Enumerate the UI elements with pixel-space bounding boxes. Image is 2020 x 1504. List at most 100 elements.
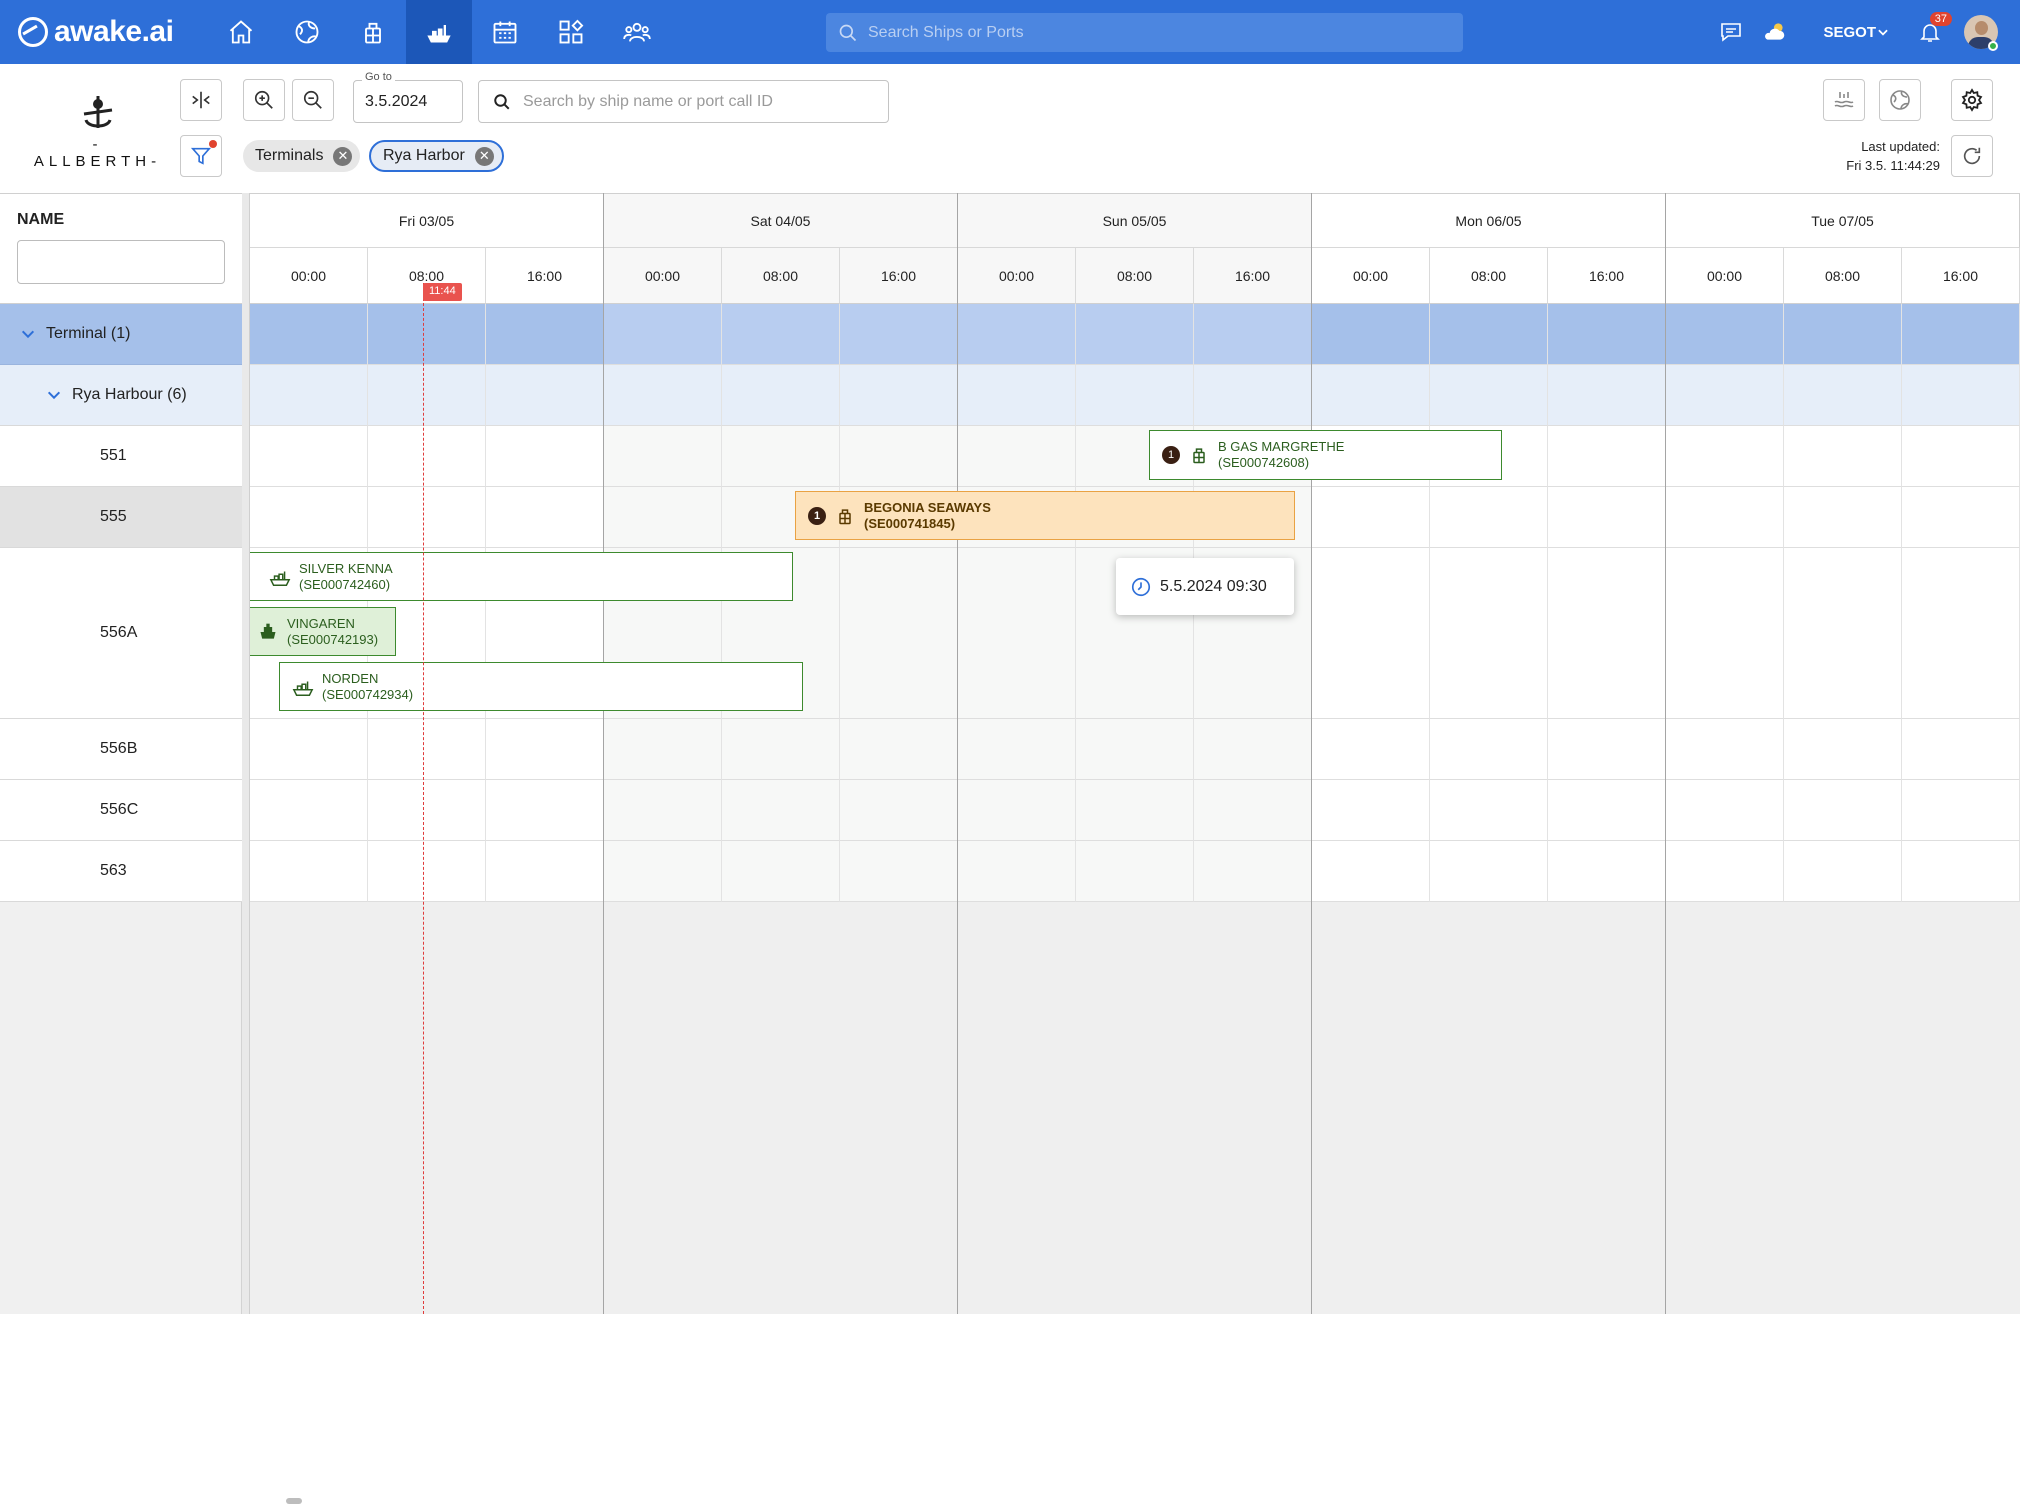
timeline-cell[interactable] <box>1312 841 1430 902</box>
timeline-cell[interactable] <box>1194 780 1312 841</box>
timeline-cell[interactable] <box>486 780 604 841</box>
timeline-cell[interactable] <box>1784 841 1902 902</box>
timeline-cell[interactable] <box>1548 548 1666 719</box>
timeline-cell[interactable] <box>1548 487 1666 548</box>
timeline-cell[interactable] <box>722 426 840 487</box>
timeline-cell[interactable] <box>1312 304 1430 365</box>
timeline-cell[interactable] <box>1902 365 2020 426</box>
map-view-button[interactable] <box>1879 79 1921 121</box>
timeline-cell[interactable] <box>840 548 958 719</box>
organization-selector[interactable]: SEGOT <box>1823 24 1890 41</box>
timeline-cell[interactable] <box>1902 780 2020 841</box>
notifications-button[interactable]: 37 <box>1908 10 1952 54</box>
timeline-cell[interactable] <box>1784 548 1902 719</box>
timeline-cell[interactable] <box>958 719 1076 780</box>
timeline-cell[interactable] <box>368 719 486 780</box>
timeline-cell[interactable] <box>604 487 722 548</box>
nav-calendar-button[interactable] <box>472 0 538 64</box>
timeline-cell[interactable] <box>1784 780 1902 841</box>
timeline-cell[interactable] <box>250 304 368 365</box>
timeline-cell[interactable] <box>1548 841 1666 902</box>
timeline-cell[interactable] <box>250 487 368 548</box>
nav-berth-button[interactable] <box>406 0 472 64</box>
timeline-cell[interactable] <box>1194 841 1312 902</box>
timeline-cell[interactable] <box>1784 487 1902 548</box>
nav-home-button[interactable] <box>208 0 274 64</box>
timeline-cell[interactable] <box>1312 780 1430 841</box>
timeline-cell[interactable] <box>250 365 368 426</box>
timeline-cell[interactable] <box>604 719 722 780</box>
filter-button[interactable] <box>180 135 222 177</box>
berth-row-563[interactable]: 563 <box>0 841 242 902</box>
timeline-cell[interactable] <box>1666 304 1784 365</box>
timeline-cell[interactable] <box>1430 365 1548 426</box>
timeline-cell[interactable] <box>604 304 722 365</box>
timeline-cell[interactable] <box>1666 719 1784 780</box>
timeline-cell[interactable] <box>1076 304 1194 365</box>
timeline-cell[interactable] <box>1312 719 1430 780</box>
timeline-cell[interactable] <box>1076 841 1194 902</box>
berth-row-556c[interactable]: 556C <box>0 780 242 841</box>
timeline-cell[interactable] <box>368 304 486 365</box>
filter-chip-terminals[interactable]: Terminals ✕ <box>243 140 361 172</box>
remove-chip-icon[interactable]: ✕ <box>333 146 353 166</box>
timeline-cell[interactable] <box>1666 487 1784 548</box>
berth-row-556b[interactable]: 556B <box>0 719 242 780</box>
timeline-cell[interactable] <box>840 719 958 780</box>
goto-date-input[interactable]: Go to 3.5.2024 <box>353 71 463 123</box>
timeline-cell[interactable] <box>1902 841 2020 902</box>
timeline-cell[interactable] <box>1784 426 1902 487</box>
timeline-cell[interactable] <box>1194 304 1312 365</box>
timeline-cell[interactable] <box>1548 365 1666 426</box>
messages-button[interactable] <box>1709 10 1753 54</box>
timeline-cell[interactable] <box>1666 548 1784 719</box>
timeline-cell[interactable] <box>604 426 722 487</box>
timeline-cell[interactable] <box>1430 548 1548 719</box>
timeline-cell[interactable] <box>840 365 958 426</box>
timeline-cell[interactable] <box>604 780 722 841</box>
remove-chip-icon[interactable]: ✕ <box>474 146 494 166</box>
timeline-cell[interactable] <box>722 841 840 902</box>
timeline-cell[interactable] <box>368 426 486 487</box>
ship-portcall-search-input[interactable]: Search by ship name or port call ID <box>478 80 889 123</box>
timeline-cell[interactable] <box>1194 719 1312 780</box>
timeline-cell[interactable] <box>250 780 368 841</box>
timeline-cell[interactable] <box>368 487 486 548</box>
timeline-cell[interactable] <box>1666 365 1784 426</box>
nav-globe-button[interactable] <box>274 0 340 64</box>
berth-row-555[interactable]: 555 <box>0 487 242 548</box>
timeline-cell[interactable] <box>486 487 604 548</box>
timeline-cell[interactable] <box>1076 719 1194 780</box>
timeline-cell[interactable] <box>958 365 1076 426</box>
timeline-cell[interactable] <box>1430 487 1548 548</box>
timeline-cell[interactable] <box>250 426 368 487</box>
timeline-cell[interactable] <box>1076 780 1194 841</box>
nav-apps-button[interactable] <box>538 0 604 64</box>
timeline-cell[interactable] <box>1430 780 1548 841</box>
timeline-cell[interactable] <box>958 548 1076 719</box>
timeline-cell[interactable] <box>486 841 604 902</box>
timeline-cell[interactable] <box>486 426 604 487</box>
harbour-group-row[interactable]: Rya Harbour (6) <box>0 365 242 426</box>
port-call-bar[interactable]: SILVER KENNA (SE000742460) <box>250 552 793 601</box>
timeline-cell[interactable] <box>1076 365 1194 426</box>
zoom-out-button[interactable] <box>292 79 334 121</box>
nav-cargo-button[interactable] <box>340 0 406 64</box>
awake-logo[interactable]: awake.ai <box>18 12 174 52</box>
timeline-cell[interactable] <box>1312 548 1430 719</box>
timeline-cell[interactable] <box>840 841 958 902</box>
port-call-bar[interactable]: NORDEN (SE000742934) <box>279 662 803 711</box>
timeline-cell[interactable] <box>1784 304 1902 365</box>
nav-people-button[interactable] <box>604 0 670 64</box>
timeline-cell[interactable] <box>250 841 368 902</box>
timeline-cell[interactable] <box>1194 365 1312 426</box>
chevron-down-icon[interactable] <box>20 326 36 342</box>
timeline-cell[interactable] <box>1902 304 2020 365</box>
timeline-cell[interactable] <box>368 841 486 902</box>
timeline-cell[interactable] <box>958 780 1076 841</box>
weather-button[interactable] <box>1753 10 1797 54</box>
timeline-cell[interactable] <box>604 841 722 902</box>
filter-chip-rya-harbor[interactable]: Rya Harbor ✕ <box>369 140 504 172</box>
timeline-cell[interactable] <box>250 719 368 780</box>
timeline-cell[interactable] <box>1902 548 2020 719</box>
